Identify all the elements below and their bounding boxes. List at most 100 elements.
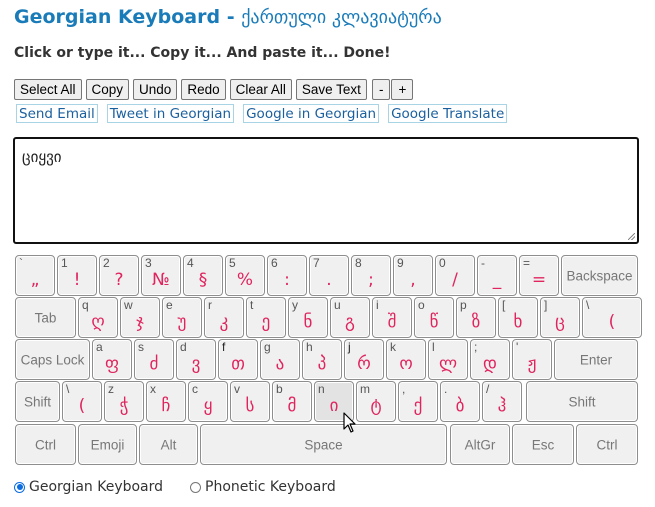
undo-button[interactable]: Undo [133, 79, 178, 100]
space-key[interactable]: Space [200, 424, 447, 465]
esc-key[interactable]: Esc [512, 424, 574, 465]
key-v[interactable]: vს [230, 381, 270, 422]
key-georgian-glyph: ხ [513, 312, 523, 332]
key-o[interactable]: oწ [414, 297, 454, 338]
key-k[interactable]: kო [386, 339, 426, 380]
key-latin-label: 0 [439, 256, 446, 270]
key-georgian-glyph: წ [429, 312, 439, 332]
select-all-button[interactable]: Select All [14, 79, 82, 100]
key-latin-label: \ [586, 298, 590, 312]
key-\[interactable]: \( [62, 381, 102, 422]
caps-lock-key[interactable]: Caps Lock [15, 339, 90, 380]
key-georgian-glyph: ; [368, 270, 374, 290]
key-/[interactable]: / ჰ [482, 381, 522, 422]
key-;[interactable]: ; დ [470, 339, 510, 380]
key-n[interactable]: nი [314, 381, 354, 422]
key-8[interactable]: 8; [351, 255, 391, 296]
redo-button[interactable]: Redo [181, 79, 226, 100]
backspace-key[interactable]: Backspace [561, 255, 638, 296]
key-5[interactable]: 5% [225, 255, 265, 296]
key-\[interactable]: \( [582, 297, 642, 338]
increase-font-button[interactable]: + [391, 79, 414, 100]
decrease-font-button[interactable]: - [371, 79, 391, 100]
clear-all-button[interactable]: Clear All [229, 79, 292, 100]
key-f[interactable]: fთ [218, 339, 258, 380]
font-size-controls: - + [371, 79, 414, 100]
key-2[interactable]: 2? [99, 255, 139, 296]
key-y[interactable]: yნ [288, 297, 328, 338]
key-georgian-glyph: / [452, 270, 458, 290]
key-x[interactable]: xჩ [146, 381, 186, 422]
alt-key[interactable]: Alt [139, 424, 198, 465]
georgian-keyboard-label: Georgian Keyboard [29, 479, 164, 495]
copy-button[interactable]: Copy [85, 79, 130, 100]
key-9[interactable]: 9, [393, 255, 433, 296]
key-georgian-glyph: § [198, 270, 208, 290]
key-latin-label: ` [19, 256, 23, 270]
key-l[interactable]: lლ [428, 339, 468, 380]
key-georgian-glyph: ჰ [497, 396, 507, 416]
tweet-link[interactable]: Tweet in Georgian [106, 104, 235, 123]
key-u[interactable]: uგ [330, 297, 370, 338]
altgr-key[interactable]: AltGr [450, 424, 510, 465]
key-g[interactable]: gა [260, 339, 300, 380]
emoji-key[interactable]: Emoji [78, 424, 137, 465]
text-editor[interactable]: ციყვი [13, 137, 639, 244]
ctrl-left-key[interactable]: Ctrl [15, 424, 76, 465]
key-z[interactable]: zჭ [104, 381, 144, 422]
resize-handle[interactable] [628, 233, 635, 240]
shift-left-key[interactable]: Shift [15, 381, 60, 422]
key-[[interactable]: [ხ [498, 297, 538, 338]
key-10[interactable]: 0/ [435, 255, 475, 296]
key-e[interactable]: eუ [162, 297, 202, 338]
key-.[interactable]: .ბ [440, 381, 480, 422]
key-b[interactable]: bმ [272, 381, 312, 422]
send-email-link[interactable]: Send Email [16, 104, 98, 123]
key-7[interactable]: 7. [309, 255, 349, 296]
key-h[interactable]: hპ [302, 339, 342, 380]
enter-key[interactable]: Enter [554, 339, 638, 380]
key-12[interactable]: = = [519, 255, 559, 296]
key-4[interactable]: 4 § [183, 255, 223, 296]
key-t[interactable]: tე [246, 297, 286, 338]
key-][interactable]: ] ც [540, 297, 580, 338]
key-1[interactable]: 1! [57, 255, 97, 296]
key-latin-label: k [390, 340, 396, 354]
key-j[interactable]: jრ [344, 339, 384, 380]
save-text-button[interactable]: Save Text [295, 79, 367, 100]
key-q[interactable]: qღ [78, 297, 118, 338]
key-p[interactable]: pზ [456, 297, 496, 338]
key-6[interactable]: 6: [267, 255, 307, 296]
key-d[interactable]: dვ [176, 339, 216, 380]
key-w[interactable]: wჯ [120, 297, 160, 338]
key-r[interactable]: rკ [204, 297, 244, 338]
key-m[interactable]: mტ [356, 381, 396, 422]
phonetic-keyboard-radio[interactable]: Phonetic Keyboard [190, 479, 336, 495]
key-s[interactable]: sძ [134, 339, 174, 380]
google-search-link[interactable]: Google in Georgian [243, 104, 380, 123]
key-11[interactable]: - _ [477, 255, 517, 296]
radio-unselected-icon[interactable] [190, 481, 202, 493]
key-a[interactable]: aფ [92, 339, 132, 380]
key-georgian-glyph: ფ [104, 354, 120, 374]
tab-key[interactable]: Tab [15, 297, 76, 338]
key-label: AltGr [464, 437, 496, 452]
google-translate-link[interactable]: Google Translate [388, 104, 508, 123]
key-,[interactable]: ,ქ [398, 381, 438, 422]
georgian-keyboard-radio[interactable]: Georgian Keyboard [14, 479, 163, 495]
key-georgian-glyph: ბ [455, 396, 465, 416]
key-3[interactable]: 3 № [141, 255, 181, 296]
key-0[interactable]: ` „ [15, 255, 55, 296]
ctrl-right-key[interactable]: Ctrl [576, 424, 638, 465]
key-'[interactable]: ' ჟ [512, 339, 552, 380]
key-label: Backspace [566, 268, 633, 283]
key-c[interactable]: cყ [188, 381, 228, 422]
key-latin-label: m [360, 382, 370, 396]
key-label: Caps Lock [20, 352, 85, 367]
shift-right-key[interactable]: Shift [526, 381, 638, 422]
key-i[interactable]: iშ [372, 297, 412, 338]
radio-selected-icon[interactable] [14, 481, 25, 493]
key-label: Ctrl [35, 437, 56, 452]
key-georgian-glyph: პ [317, 354, 327, 374]
key-georgian-glyph: ნ [303, 312, 313, 332]
